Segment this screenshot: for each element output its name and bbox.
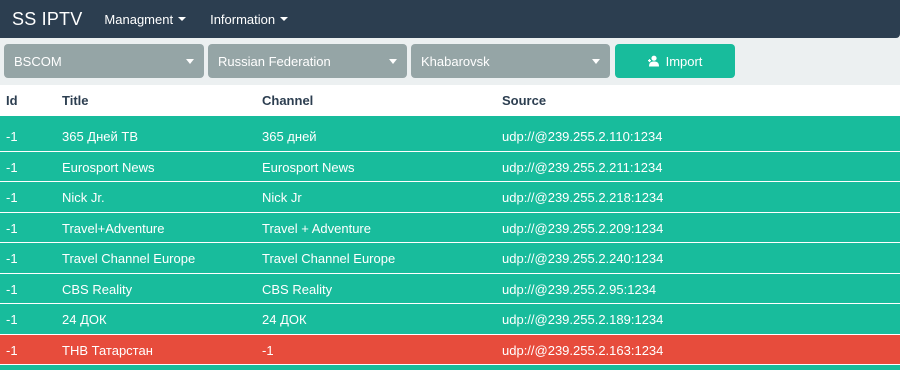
cell-source: udp://@239.255.2.240:1234 xyxy=(502,251,664,266)
cell-id: -1 xyxy=(6,220,18,236)
table-row[interactable]: -1 365 Дней ТВ 365 дней udp://@239.255.2… xyxy=(0,121,900,152)
menu-information-label: Information xyxy=(210,11,276,27)
provider-select-value: BSCOM xyxy=(14,53,62,69)
navbar: SS IPTV Managment Information xyxy=(0,0,900,38)
menu-managment[interactable]: Managment xyxy=(104,11,187,27)
header-source: Source xyxy=(502,93,547,108)
cell-id: -1 xyxy=(6,159,18,175)
header-channel: Channel xyxy=(262,93,314,108)
cell-title: 24 ДОК xyxy=(62,312,107,327)
cell-title: Travel Channel Europe xyxy=(62,251,196,266)
cell-id: -1 xyxy=(6,312,18,327)
caret-down-icon xyxy=(592,59,600,64)
provider-select[interactable]: BSCOM xyxy=(4,44,204,78)
cell-source: udp://@239.255.2.218:1234 xyxy=(502,190,664,205)
user-plus-icon xyxy=(647,55,661,67)
country-select[interactable]: Russian Federation xyxy=(208,44,407,78)
cell-channel: -1 xyxy=(262,342,274,358)
table-row[interactable]: -1 24 ДОК 24 ДОК udp://@239.255.2.189:12… xyxy=(0,304,900,335)
cell-title: Nick Jr. xyxy=(62,190,105,205)
cell-source: udp://@239.255.2.209:1234 xyxy=(502,220,664,236)
table-row[interactable]: -1 CBS Reality CBS Reality udp://@239.25… xyxy=(0,273,900,304)
cell-title: CBS Reality xyxy=(62,281,133,297)
cell-channel: 365 дней xyxy=(262,129,317,144)
cell-source: udp://@239.255.2.163:1234 xyxy=(502,342,664,358)
cell-channel: Nick Jr xyxy=(262,190,302,205)
cell-title: Travel+Adventure xyxy=(62,220,165,236)
cell-source: udp://@239.255.2.211:1234 xyxy=(502,159,663,175)
city-select-value: Khabarovsk xyxy=(421,53,490,69)
city-select[interactable]: Khabarovsk xyxy=(411,44,610,78)
cell-channel: Travel Channel Europe xyxy=(262,251,396,266)
cell-source: udp://@239.255.2.95:1234 xyxy=(502,281,657,297)
cell-title: Eurosport News xyxy=(62,159,155,175)
brand-logo-text[interactable]: SS IPTV xyxy=(12,9,82,30)
cell-channel: Travel + Adventure xyxy=(262,220,371,236)
cell-title: 365 Дней ТВ xyxy=(62,129,139,144)
cell-id: -1 xyxy=(6,251,18,266)
cell-channel: 24 ДОК xyxy=(262,312,307,327)
country-select-value: Russian Federation xyxy=(218,53,331,69)
table-row[interactable]: -1 Travel+Adventure Travel + Adventure u… xyxy=(0,212,900,243)
cell-id: -1 xyxy=(6,190,18,205)
table-row[interactable]: -1 Eurosport News Eurosport News udp://@… xyxy=(0,151,900,182)
import-button[interactable]: Import xyxy=(615,44,735,78)
table-row[interactable]: -1 Nick Jr. Nick Jr udp://@239.255.2.218… xyxy=(0,182,900,213)
caret-down-icon xyxy=(186,59,194,64)
cell-title: ТНВ Татарстан xyxy=(62,342,153,358)
cell-id: -1 xyxy=(6,281,18,297)
menu-information[interactable]: Information xyxy=(210,11,289,27)
table-header: Id Title Channel Source xyxy=(0,85,900,116)
next-row-edge xyxy=(0,365,900,370)
caret-down-icon xyxy=(178,17,187,21)
table-row[interactable]: -1 Travel Channel Europe Travel Channel … xyxy=(0,243,900,274)
cell-source: udp://@239.255.2.189:1234 xyxy=(502,312,664,327)
import-button-label: Import xyxy=(665,53,703,69)
header-id: Id xyxy=(6,93,18,108)
cell-channel: CBS Reality xyxy=(262,281,333,297)
cell-id: -1 xyxy=(6,342,18,358)
cell-channel: Eurosport News xyxy=(262,159,355,175)
filter-bar: BSCOM Russian Federation Khabarovsk Impo… xyxy=(0,38,900,85)
channel-table-body: -1 365 Дней ТВ 365 дней udp://@239.255.2… xyxy=(0,121,900,365)
cell-id: -1 xyxy=(6,129,18,144)
cell-source: udp://@239.255.2.110:1234 xyxy=(502,129,663,144)
table-row-error[interactable]: -1 ТНВ Татарстан -1 udp://@239.255.2.163… xyxy=(0,334,900,365)
caret-down-icon xyxy=(389,59,397,64)
menu-managment-label: Managment xyxy=(104,11,174,27)
header-title: Title xyxy=(62,93,89,108)
caret-down-icon xyxy=(280,17,289,21)
